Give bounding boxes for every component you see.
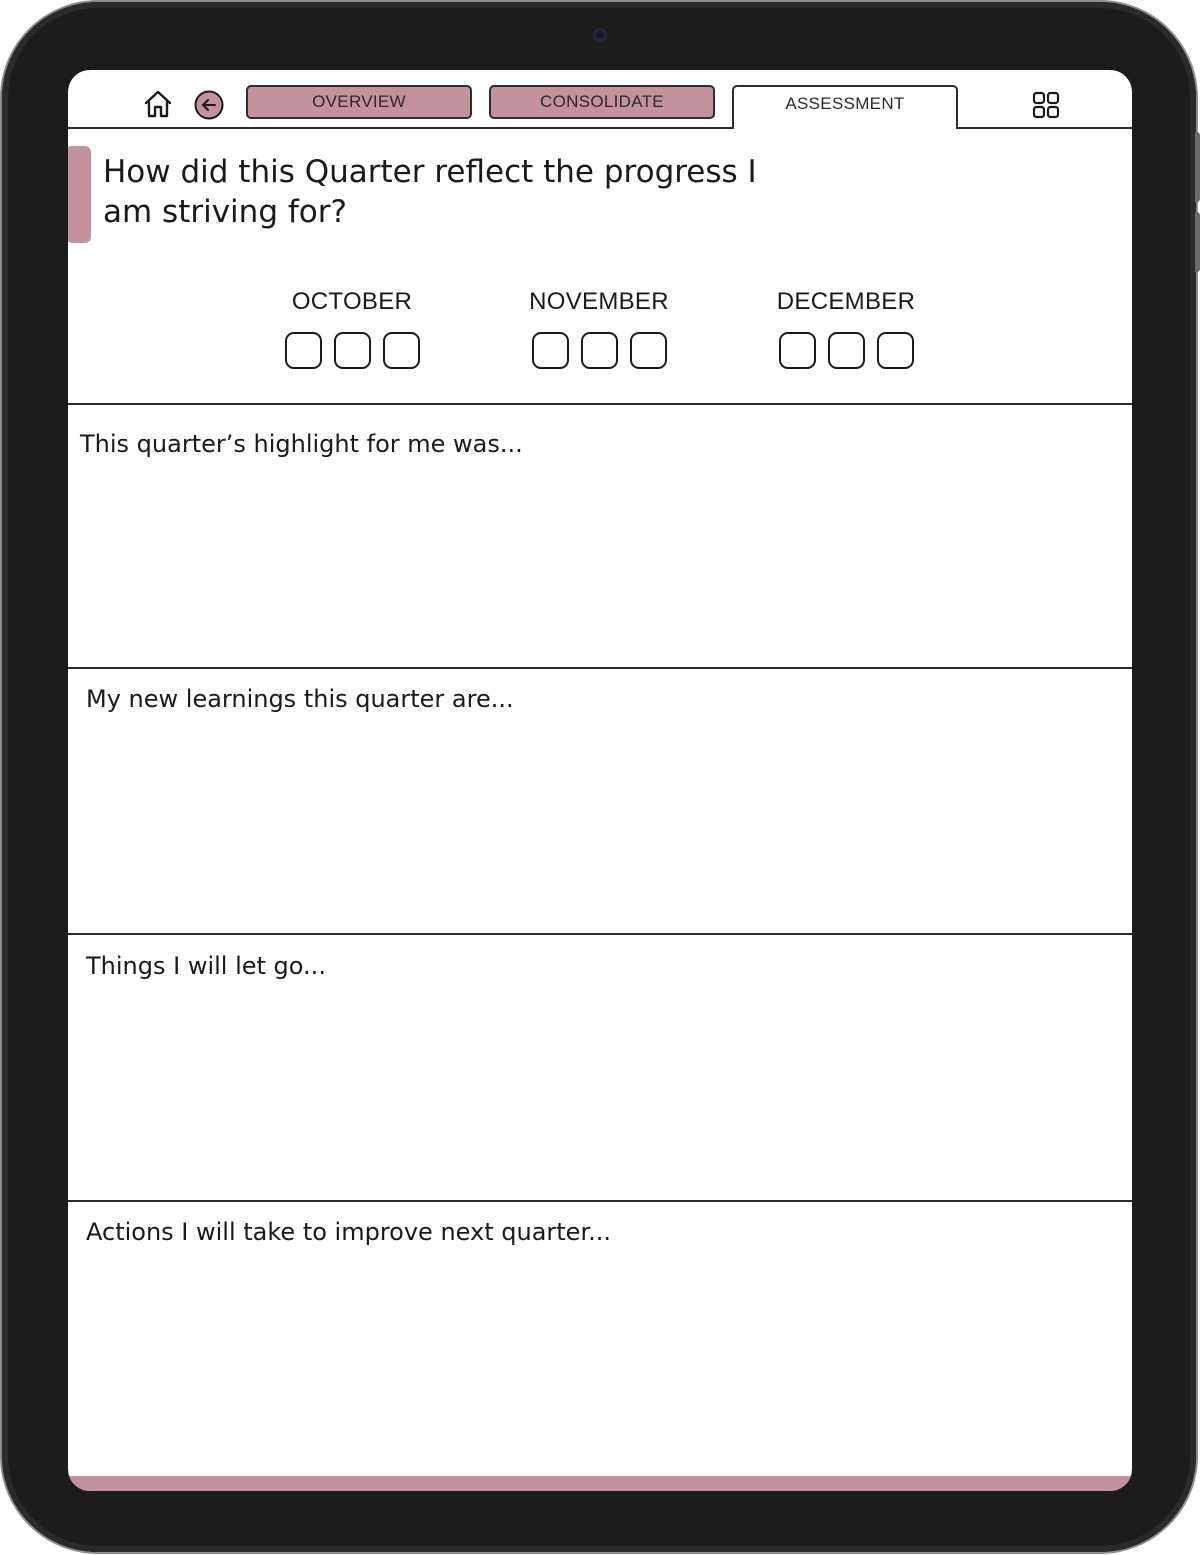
planner-page: OVERVIEW CONSOLIDATE ASSESSMENT How did … — [68, 70, 1132, 1491]
section-divider — [68, 1200, 1132, 1202]
month-label: DECEMBER — [776, 288, 916, 315]
rating-checkbox[interactable] — [333, 332, 371, 369]
month-label: NOVEMBER — [529, 288, 669, 315]
home-icon[interactable] — [142, 88, 174, 120]
month-november: NOVEMBER — [499, 286, 699, 369]
section-divider — [68, 933, 1132, 935]
rating-checkbox[interactable] — [531, 332, 569, 369]
question-accent-bar — [68, 146, 91, 243]
back-arrow-icon[interactable] — [194, 90, 224, 120]
grid-icon[interactable] — [1031, 90, 1061, 120]
rating-boxes — [252, 332, 452, 369]
rating-boxes — [499, 332, 699, 369]
rating-checkbox[interactable] — [778, 332, 816, 369]
tab-assessment[interactable]: ASSESSMENT — [732, 85, 958, 129]
rating-checkbox[interactable] — [629, 332, 667, 369]
rating-boxes — [746, 332, 946, 369]
section-actions-label[interactable]: Actions I will take to improve next quar… — [86, 1218, 611, 1246]
device-top-button — [1195, 132, 1200, 202]
month-october: OCTOBER — [252, 286, 452, 369]
section-divider — [68, 403, 1132, 405]
section-let-go-label[interactable]: Things I will let go... — [86, 952, 326, 980]
section-highlight-label[interactable]: This quarter’s highlight for me was... — [80, 430, 523, 458]
device-side-button — [1195, 212, 1200, 272]
tablet-device: OVERVIEW CONSOLIDATE ASSESSMENT How did … — [2, 2, 1200, 1552]
section-learnings-label[interactable]: My new learnings this quarter are... — [86, 685, 514, 713]
front-camera — [593, 28, 607, 42]
page-title: How did this Quarter reflect the progres… — [103, 154, 757, 230]
month-december: DECEMBER — [746, 286, 946, 369]
tab-baseline — [68, 127, 1132, 129]
rating-checkbox[interactable] — [382, 332, 420, 369]
rating-checkbox[interactable] — [580, 332, 618, 369]
bottom-accent-bar — [68, 1476, 1132, 1491]
section-divider — [68, 667, 1132, 669]
month-label: OCTOBER — [291, 288, 413, 315]
tab-overview[interactable]: OVERVIEW — [246, 85, 472, 119]
rating-checkbox[interactable] — [827, 332, 865, 369]
rating-checkbox[interactable] — [284, 332, 322, 369]
tab-consolidate[interactable]: CONSOLIDATE — [489, 85, 715, 119]
rating-checkbox[interactable] — [876, 332, 914, 369]
